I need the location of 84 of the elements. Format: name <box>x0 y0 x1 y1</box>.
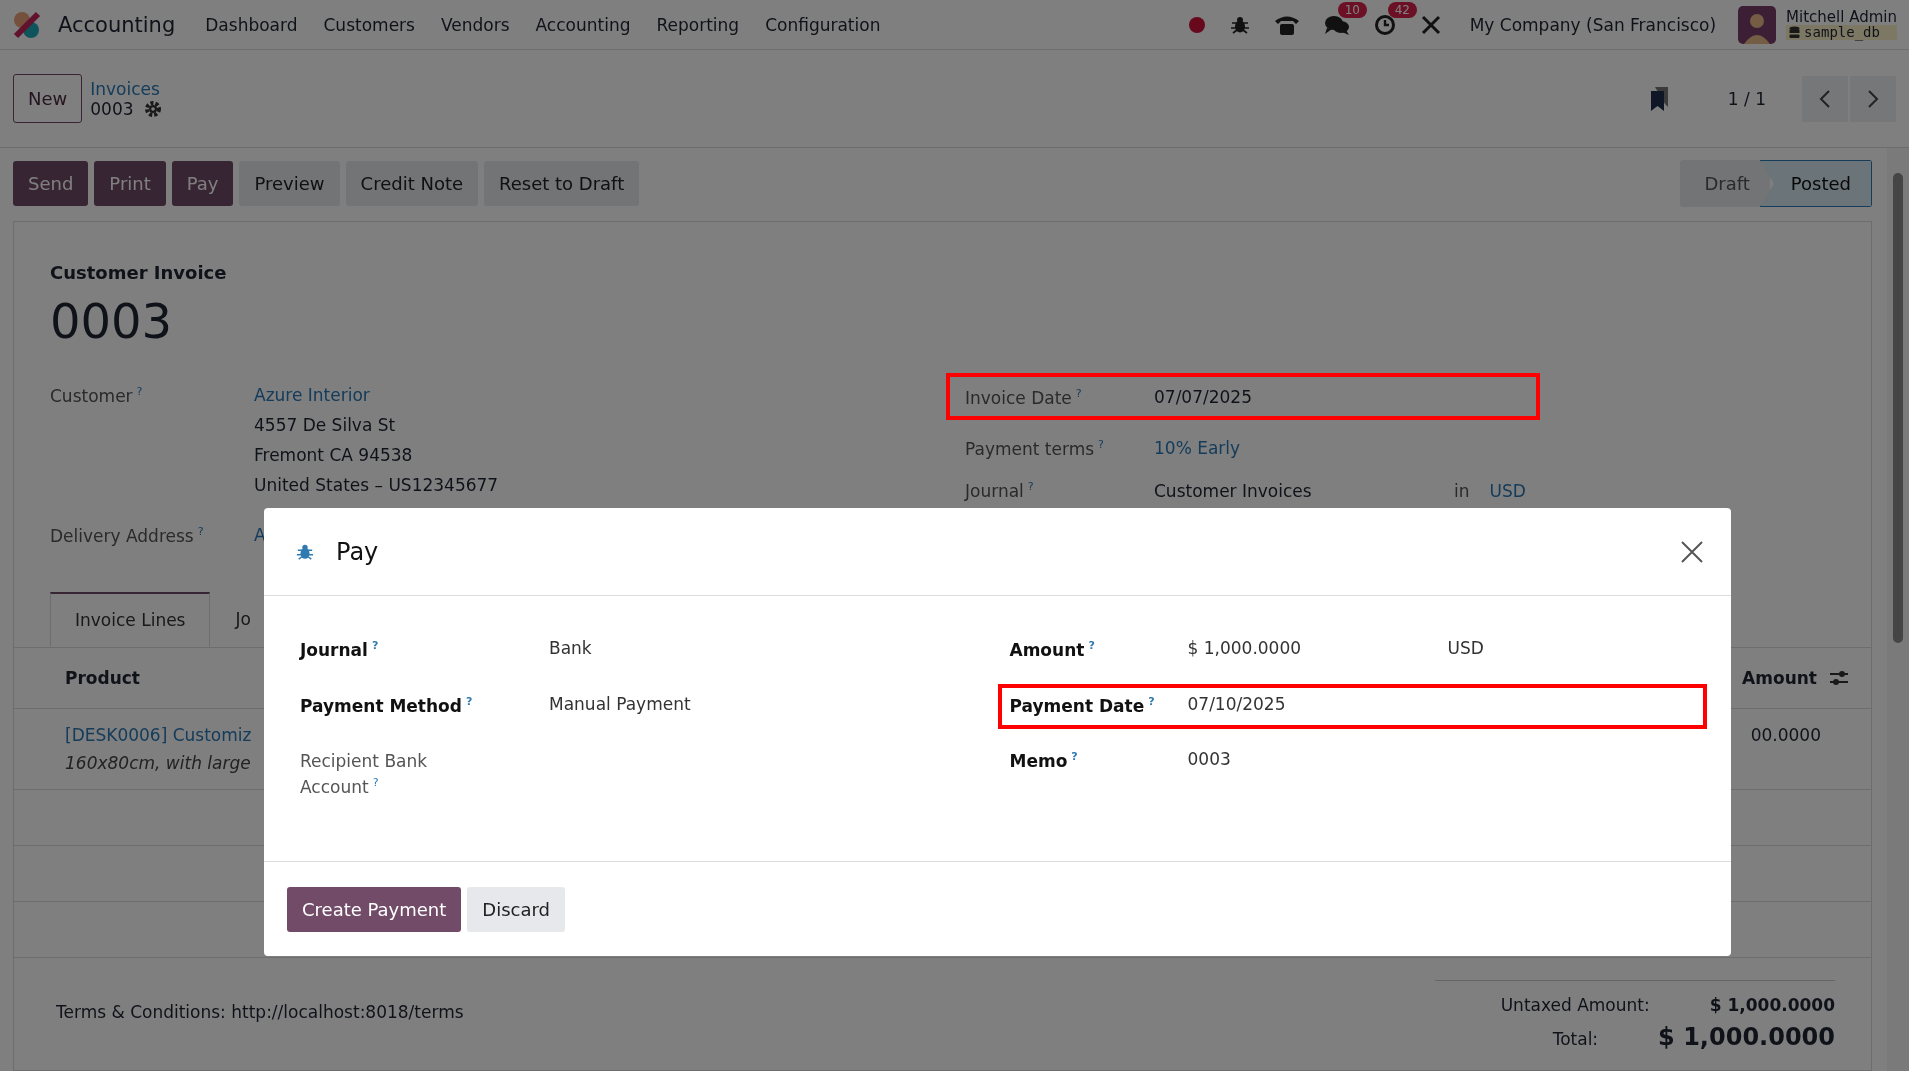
connector-text: in <box>1454 480 1470 501</box>
chevron-left-icon <box>1819 88 1831 109</box>
field-label: Payment Date $^{?}$ <box>1009 693 1155 718</box>
bug-icon[interactable] <box>1229 14 1250 35</box>
dialog-button[interactable]: Create Payment <box>287 886 462 932</box>
invoice-number: 0003 <box>50 293 174 349</box>
menu-item[interactable]: Customers <box>323 14 415 35</box>
field-value[interactable]: Bank <box>549 638 592 658</box>
field-value[interactable]: 10% Early <box>1154 438 1454 458</box>
product-link[interactable]: [DESK0006] Customiz <box>65 724 252 745</box>
bug-icon <box>296 542 314 561</box>
currency-link[interactable]: USD <box>1489 480 1526 501</box>
column-header[interactable]: Product <box>65 667 140 688</box>
scrollbar[interactable] <box>1887 148 1909 1071</box>
field-value: Customer Invoices <box>1154 480 1313 501</box>
field-label: Amount $^{?}$ <box>1009 638 1095 662</box>
field-value[interactable]: 0003 <box>1187 749 1448 769</box>
field-value: 07/07/2025 <box>1154 387 1253 408</box>
menu-item[interactable]: Accounting <box>535 14 631 35</box>
status-step[interactable]: Posted <box>1759 160 1872 207</box>
menu-item[interactable]: Reporting <box>656 14 740 35</box>
user-avatar-icon[interactable] <box>1738 5 1777 44</box>
total-label: Total: <box>1552 1028 1599 1049</box>
menu-item[interactable]: Configuration <box>765 14 881 35</box>
action-button[interactable]: Credit Note <box>345 161 479 206</box>
column-header[interactable]: Amount <box>1742 667 1817 688</box>
field-label: Journal $^{?}$ <box>300 638 379 662</box>
chat-icon[interactable] <box>1323 13 1350 36</box>
record-name: 0003 <box>90 98 134 119</box>
notification-badge: 10 <box>1337 1 1367 18</box>
customer-link[interactable]: Azure Interior <box>254 385 499 405</box>
notification-badge: 42 <box>1387 1 1417 18</box>
app-logo-icon[interactable] <box>12 9 42 40</box>
app-name[interactable]: Accounting <box>58 12 176 37</box>
notebook-tab[interactable]: Jo <box>210 591 276 647</box>
field-label: Memo $^{?}$ <box>1009 749 1078 773</box>
field-label: Customer $^{?}$ <box>50 385 144 408</box>
action-button[interactable]: Reset to Draft <box>484 161 640 206</box>
terms-text: Terms & Conditions: http://localhost:8018/terms <box>56 1001 464 1024</box>
database-icon <box>1789 26 1801 40</box>
database-tag: sample_db <box>1786 25 1897 41</box>
total-value: $ 1,000.0000 <box>1658 1022 1835 1051</box>
table-cell-text: 00.0000 <box>1750 724 1821 747</box>
notebook-tab[interactable]: Invoice Lines <box>50 591 211 647</box>
field-value[interactable]: $ 1,000.0000 <box>1187 638 1448 658</box>
pager-value[interactable]: 1 / 1 <box>1727 88 1766 109</box>
field-value[interactable]: 07/10/2025 <box>1187 693 1448 714</box>
previous-button[interactable] <box>1802 75 1848 122</box>
action-button[interactable]: Send <box>13 161 89 206</box>
field-label: Journal $^{?}$ <box>965 480 1035 501</box>
address-line: 4557 De Silva St <box>254 415 397 435</box>
action-button[interactable]: Pay <box>171 161 234 206</box>
field-label: Payment Method $^{?}$ <box>300 693 473 718</box>
field-label: Payment terms $^{?}$ <box>965 437 1105 459</box>
clock-icon[interactable] <box>1373 13 1396 36</box>
menu-item[interactable]: Dashboard <box>205 14 298 35</box>
breadcrumb-link[interactable]: Invoices <box>90 78 162 99</box>
action-button[interactable]: Print <box>94 161 166 206</box>
sliders-icon[interactable] <box>1829 668 1849 687</box>
new-button[interactable]: New <box>13 74 83 123</box>
field-label: Delivery Address $^{?}$ <box>50 525 205 546</box>
chevron-right-icon <box>1867 88 1879 109</box>
field-value[interactable]: Manual Payment <box>549 693 691 714</box>
close-icon <box>1681 540 1703 563</box>
status-step[interactable]: Draft <box>1680 160 1770 207</box>
menu-item[interactable]: Vendors <box>440 14 510 35</box>
action-button[interactable]: Preview <box>239 161 340 206</box>
document-type: Customer Invoice <box>50 262 228 283</box>
dialog-title: Pay <box>336 537 379 566</box>
total-label: Untaxed Amount: <box>1500 994 1650 1015</box>
field-label: Recipient Bank Account $^{?}$ <box>300 750 429 799</box>
address-line: Fremont CA 94538 <box>254 445 414 465</box>
dialog-button[interactable]: Discard <box>467 886 566 932</box>
gear-icon[interactable] <box>143 99 162 118</box>
currency-value[interactable]: USD <box>1447 638 1484 658</box>
bookmark-icon[interactable] <box>1649 85 1670 112</box>
company-switcher[interactable]: My Company (San Francisco) <box>1469 14 1717 35</box>
user-name[interactable]: Mitchell Admin <box>1786 8 1897 26</box>
product-description: 160x80cm, with large <box>65 752 252 773</box>
address-line: United States – US12345677 <box>254 475 499 495</box>
next-button[interactable] <box>1850 75 1896 122</box>
total-value: $ 1,000.0000 <box>1709 994 1835 1015</box>
field-label: Invoice Date $^{?}$ <box>965 387 1083 408</box>
record-dot-icon[interactable] <box>1187 15 1206 34</box>
